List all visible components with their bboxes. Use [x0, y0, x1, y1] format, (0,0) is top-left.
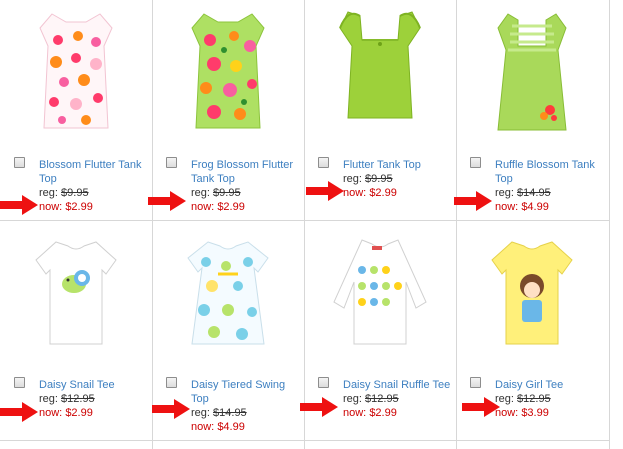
sale-price: now: $2.99: [191, 201, 245, 213]
product-card: Daisy Girl Tee reg: $12.95 now: $3.99: [456, 220, 608, 440]
product-card: Daisy Snail Tee reg: $12.95 now: $2.99: [0, 220, 152, 440]
product-name-link[interactable]: Daisy Snail Tee: [39, 378, 149, 392]
regular-price: reg: $12.95: [39, 393, 95, 405]
red-arrow-icon: [0, 195, 38, 215]
product-card: Daisy Snail Ruffle Tee reg: $12.95 now: …: [300, 220, 456, 440]
product-image[interactable]: [478, 232, 586, 358]
sale-price: now: $2.99: [39, 201, 93, 213]
product-image[interactable]: [478, 6, 586, 132]
red-arrow-icon: [454, 191, 492, 211]
snail-tee-icon: [35, 241, 117, 345]
compare-checkbox[interactable]: [166, 377, 177, 388]
product-image[interactable]: [22, 6, 130, 132]
sale-price: now: $2.99: [343, 407, 397, 419]
sale-price: now: $2.99: [39, 407, 93, 419]
compare-checkbox[interactable]: [318, 377, 329, 388]
compare-checkbox[interactable]: [470, 157, 481, 168]
compare-checkbox[interactable]: [318, 157, 329, 168]
daisy-ruffle-tee-icon: [333, 239, 427, 345]
product-name-link[interactable]: Daisy Girl Tee: [495, 378, 605, 392]
regular-price: reg: $12.95: [343, 393, 399, 405]
product-card: Blossom Flutter Tank Top reg: $9.95 now:…: [0, 0, 152, 220]
regular-price: reg: $9.95: [343, 173, 393, 185]
compare-checkbox[interactable]: [14, 157, 25, 168]
regular-price: reg: $14.95: [495, 187, 551, 199]
product-name-link[interactable]: Daisy Tiered Swing Top: [191, 378, 301, 406]
row-divider: [0, 440, 610, 441]
sale-price: now: $3.99: [495, 407, 549, 419]
product-image[interactable]: [326, 232, 434, 358]
red-arrow-icon: [0, 402, 38, 422]
compare-checkbox[interactable]: [166, 157, 177, 168]
product-grid: Blossom Flutter Tank Top reg: $9.95 now:…: [0, 0, 610, 449]
product-image[interactable]: [174, 6, 282, 132]
product-name-link[interactable]: Daisy Snail Ruffle Tee: [343, 378, 453, 392]
product-name-link[interactable]: Frog Blossom Flutter Tank Top: [191, 158, 301, 186]
product-card: Frog Blossom Flutter Tank Top reg: $9.95…: [148, 0, 304, 220]
sale-price: now: $4.99: [495, 201, 549, 213]
compare-checkbox[interactable]: [14, 377, 25, 388]
regular-price: reg: $12.95: [495, 393, 551, 405]
girl-tee-icon: [491, 241, 573, 345]
red-arrow-icon: [306, 181, 344, 201]
regular-price: reg: $9.95: [191, 187, 241, 199]
red-arrow-icon: [152, 399, 190, 419]
green-flutter-tank-top-icon: [339, 11, 421, 119]
floral-tank-top-icon: [39, 13, 113, 129]
product-card: Flutter Tank Top reg: $9.95 now: $2.99: [304, 0, 456, 220]
regular-price: reg: $14.95: [191, 407, 247, 419]
product-card: Ruffle Blossom Tank Top reg: $14.95 now:…: [454, 0, 608, 220]
red-arrow-icon: [148, 191, 186, 211]
regular-price: reg: $9.95: [39, 187, 89, 199]
product-card: Daisy Tiered Swing Top reg: $14.95 now: …: [152, 220, 304, 440]
compare-checkbox[interactable]: [470, 377, 481, 388]
product-name-link[interactable]: Ruffle Blossom Tank Top: [495, 158, 605, 186]
product-name-link[interactable]: Flutter Tank Top: [343, 158, 453, 172]
product-image[interactable]: [174, 232, 282, 358]
product-image[interactable]: [22, 232, 130, 358]
frog-floral-tank-top-icon: [191, 13, 265, 129]
sale-price: now: $4.99: [191, 421, 245, 433]
red-arrow-icon: [300, 397, 338, 417]
sale-price: now: $2.99: [343, 187, 397, 199]
column-divider: [609, 0, 610, 449]
daisy-tiered-top-icon: [187, 241, 269, 345]
ruffle-tank-top-icon: [497, 13, 567, 131]
product-name-link[interactable]: Blossom Flutter Tank Top: [39, 158, 149, 186]
product-image[interactable]: [326, 6, 434, 132]
